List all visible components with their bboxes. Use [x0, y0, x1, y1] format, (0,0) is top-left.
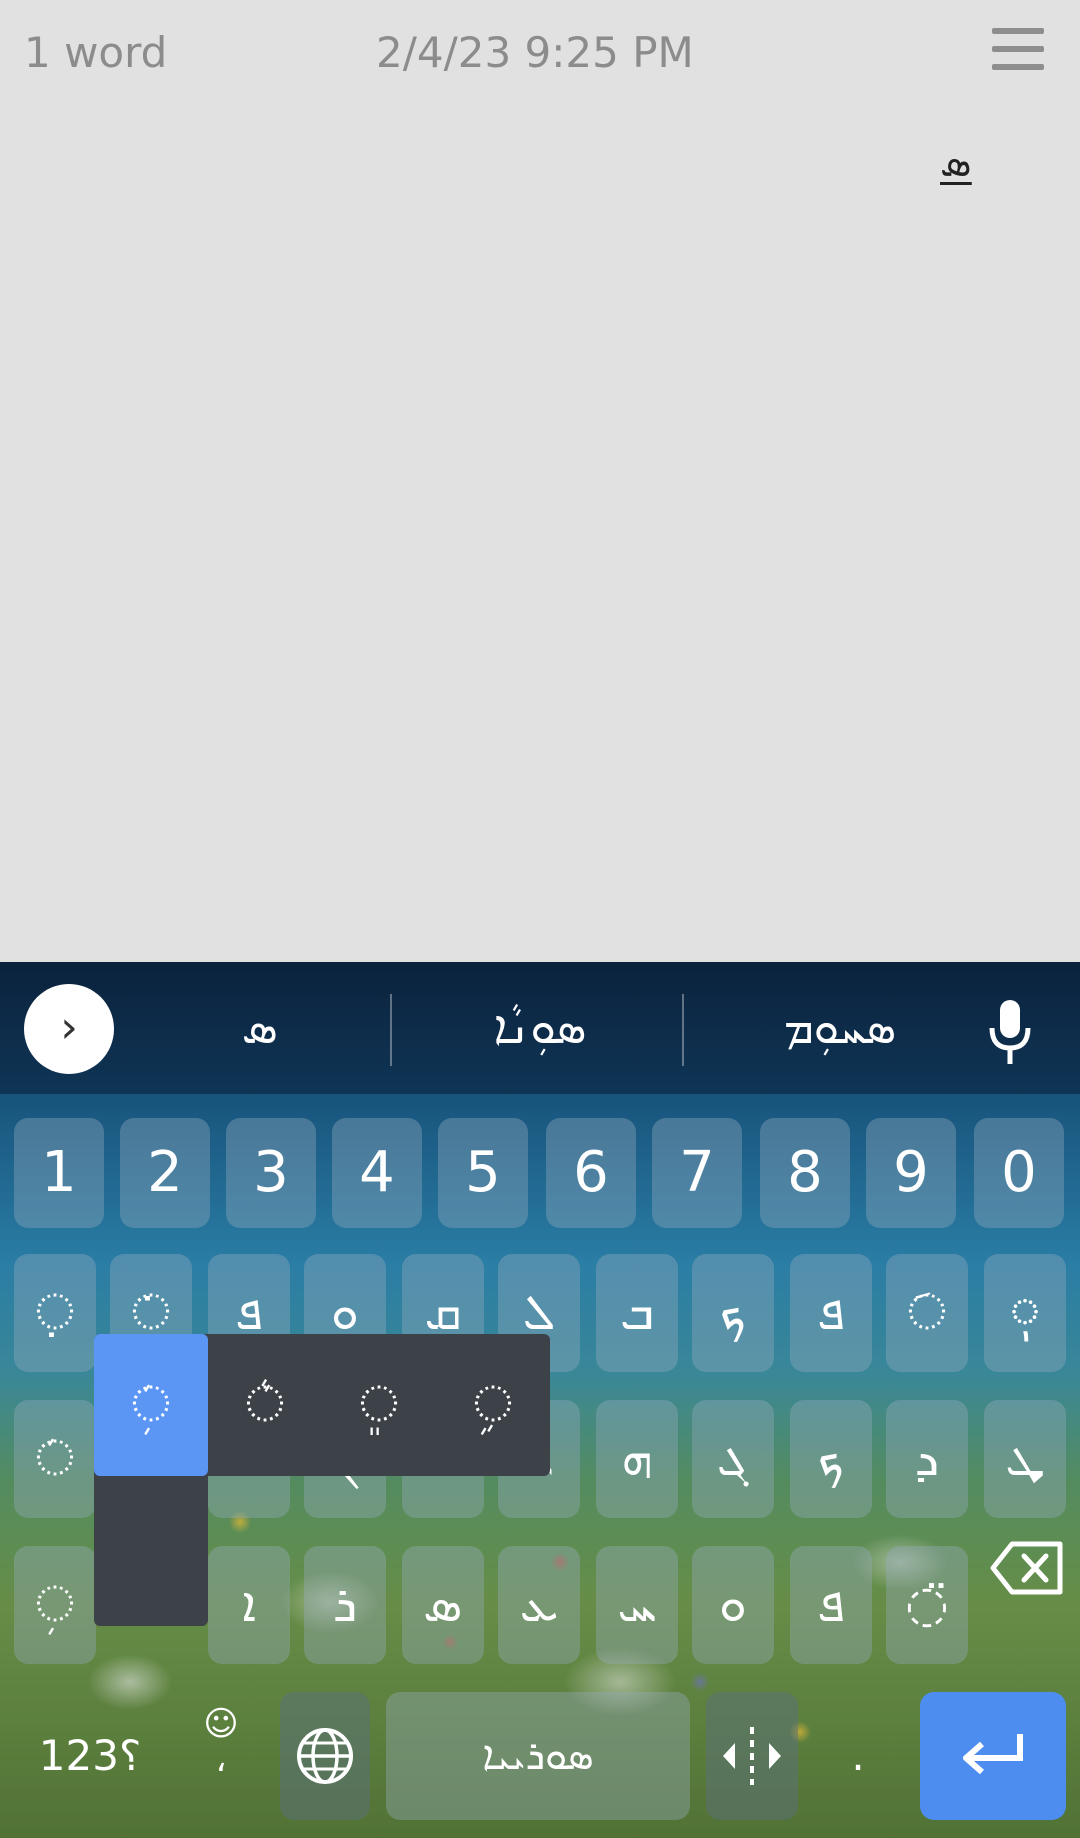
comma-label: ، [215, 1740, 227, 1780]
screen: 1 word 2/4/23 9:25 PM ܣ › ܣ ܣܘܼܢܵܐ ܣܚܘܼܡ… [0, 0, 1080, 1838]
soft-keyboard: › ܣ ܣܘܼܢܵܐ ܣܚܘܼܡ 1 2 3 4 5 6 7 8 9 0 ◌݂ … [0, 962, 1080, 1838]
suggestion-1[interactable]: ܣ [170, 992, 350, 1062]
period-key[interactable]: . [812, 1692, 904, 1820]
key-r1-8[interactable]: ܟ [692, 1254, 774, 1372]
accent-option-1[interactable]: ◌ܲ [94, 1334, 208, 1476]
key-r3-4[interactable]: ܣ [402, 1546, 484, 1664]
key-7[interactable]: 7 [652, 1118, 742, 1228]
key-r1-1[interactable]: ◌݂ [14, 1254, 96, 1372]
key-0[interactable]: 0 [974, 1118, 1064, 1228]
accent-option-4[interactable]: ◌ܹ [436, 1334, 550, 1476]
key-9[interactable]: 9 [866, 1118, 956, 1228]
expand-toolbar-icon[interactable]: › [24, 984, 114, 1074]
key-8[interactable]: 8 [760, 1118, 850, 1228]
key-6[interactable]: 6 [546, 1118, 636, 1228]
suggestion-divider [390, 994, 392, 1066]
note-header: 1 word 2/4/23 9:25 PM [0, 0, 1080, 110]
key-4[interactable]: 4 [332, 1118, 422, 1228]
emoji-icon: ☺ [203, 1704, 239, 1744]
key-r2-6[interactable]: ܗ [596, 1400, 678, 1518]
key-1[interactable]: 1 [14, 1118, 104, 1228]
key-r1-10[interactable]: ◌݇ [886, 1254, 968, 1372]
word-count: 1 word [24, 28, 168, 77]
key-r1-11[interactable]: ◌ٖ [984, 1254, 1066, 1372]
key-3[interactable]: 3 [226, 1118, 316, 1228]
note-text-editor[interactable]: ܣ [940, 140, 972, 186]
microphone-icon[interactable] [988, 998, 1032, 1068]
key-r2-1[interactable]: ◌ܿ [14, 1400, 96, 1518]
key-r3-6[interactable]: ܚ [596, 1546, 678, 1664]
cursor-move-icon [723, 1727, 781, 1785]
key-r3-8[interactable]: ܦ [790, 1546, 872, 1664]
backspace-icon[interactable] [990, 1540, 1064, 1596]
space-key[interactable]: ܣܘܪܝܝܐ [386, 1692, 690, 1820]
suggestion-divider [682, 994, 684, 1066]
key-r3-3[interactable]: ܪ [304, 1546, 386, 1664]
menu-icon[interactable] [986, 26, 1050, 76]
accent-option-2[interactable]: ◌ܵ [208, 1334, 322, 1476]
key-r2-10[interactable]: ܜ [984, 1400, 1066, 1518]
key-r2-8[interactable]: ܟ [790, 1400, 872, 1518]
suggestion-2[interactable]: ܣܘܼܢܵܐ [420, 992, 660, 1062]
note-datetime: 2/4/23 9:25 PM [376, 28, 694, 77]
symbols-key[interactable]: ؟123 [14, 1692, 166, 1820]
period-label: . [851, 1731, 865, 1780]
language-switch-key[interactable] [280, 1692, 370, 1820]
enter-key[interactable] [920, 1692, 1066, 1820]
key-r3-7[interactable]: ܘ [692, 1546, 774, 1664]
key-r3-9[interactable]: ◌̈ [886, 1546, 968, 1664]
key-r2-7[interactable]: ܓ [692, 1400, 774, 1518]
key-r1-9[interactable]: ܦ [790, 1254, 872, 1372]
suggestion-strip: › ܣ ܣܘܼܢܵܐ ܣܚܘܼܡ [0, 962, 1080, 1094]
emoji-comma-key[interactable]: ☺ ، [176, 1692, 266, 1820]
key-r3-2[interactable]: ܐ [208, 1546, 290, 1664]
key-r1-7[interactable]: ܒ [596, 1254, 678, 1372]
accent-option-3[interactable]: ◌ܸ [322, 1334, 436, 1476]
space-key-label: ܣܘܪܝܝܐ [482, 1733, 594, 1779]
key-r2-9[interactable]: ܕ [886, 1400, 968, 1518]
key-2[interactable]: 2 [120, 1118, 210, 1228]
key-r3-5[interactable]: ܥ [498, 1546, 580, 1664]
symbols-key-label: ؟123 [38, 1731, 142, 1780]
key-5[interactable]: 5 [438, 1118, 528, 1228]
suggestion-3[interactable]: ܣܚܘܼܡ [720, 992, 960, 1062]
key-r3-1[interactable]: ◌ܼ [14, 1546, 96, 1664]
enter-icon [963, 1734, 1023, 1775]
cursor-control-key[interactable] [706, 1692, 798, 1820]
globe-icon [297, 1728, 353, 1784]
